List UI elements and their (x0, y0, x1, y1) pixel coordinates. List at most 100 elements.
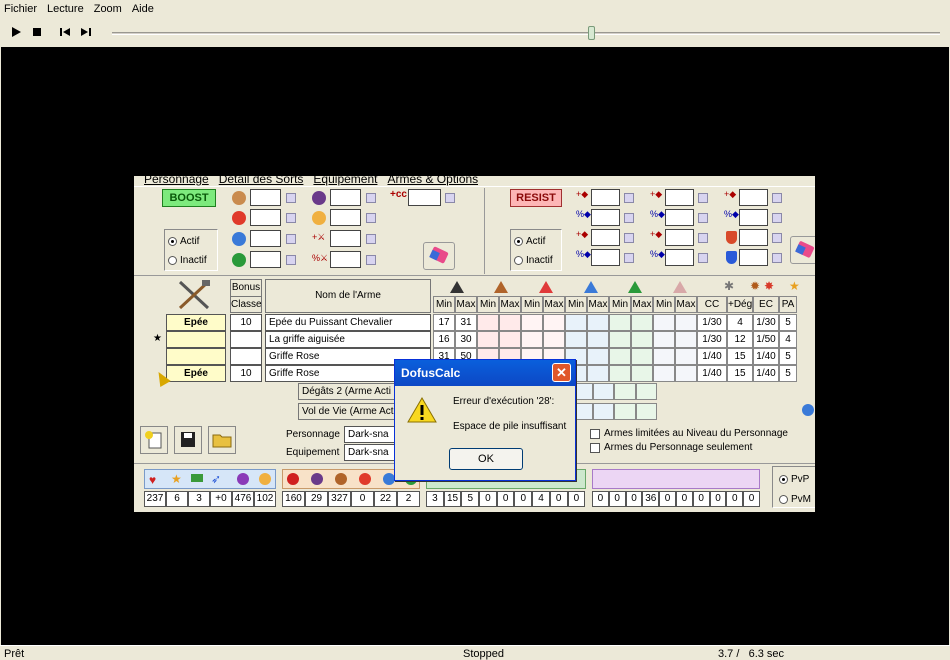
resist-field-4[interactable] (591, 249, 620, 266)
check-armes-personnage[interactable]: Armes du Personnage seulement (590, 442, 752, 453)
boost-button[interactable]: BOOST (162, 189, 216, 207)
resist-button[interactable]: RESIST (510, 189, 562, 207)
play-icon[interactable] (9, 25, 23, 39)
vol-de-vie-label: Vol de Vie (Arme Acti (298, 403, 398, 420)
boost-neutral-field[interactable] (330, 189, 361, 206)
info-icon[interactable] (802, 404, 814, 416)
boost-fire-field[interactable] (250, 209, 281, 226)
previous-icon[interactable] (58, 25, 72, 39)
weapon-type-cell[interactable] (166, 348, 226, 365)
equipement-select[interactable]: Dark-sna (344, 444, 398, 461)
resist-spin-3[interactable] (624, 233, 634, 243)
resist-field-5[interactable] (665, 189, 694, 206)
resist-field-11[interactable] (739, 229, 768, 246)
resist-spin-8[interactable] (698, 253, 708, 263)
boost-critical-spin[interactable] (445, 193, 455, 203)
movement-icon (191, 474, 203, 482)
resist-spin-1[interactable] (624, 193, 634, 203)
weapon-type-cell[interactable]: Epée (166, 314, 226, 331)
boost-percent-field[interactable] (330, 251, 361, 268)
resist-field-12[interactable] (739, 249, 768, 266)
resist-field-1[interactable] (591, 189, 620, 206)
boost-power-field[interactable] (330, 209, 361, 226)
resist-field-3[interactable] (591, 229, 620, 246)
resist-field-8[interactable] (665, 249, 694, 266)
menu-aide[interactable]: Aide (132, 3, 154, 15)
weapon-pa-cell: 4 (779, 331, 797, 348)
resist-field-2[interactable] (591, 209, 620, 226)
check-armes-limitees[interactable]: Armes limitées au Niveau du Personnage (590, 428, 788, 439)
boost-earth-field[interactable] (250, 189, 281, 206)
tab-personnage[interactable]: Personnage (144, 176, 209, 186)
ok-button[interactable]: OK (449, 448, 523, 470)
tab-equipement[interactable]: Équipement (313, 176, 377, 186)
seek-thumb[interactable] (588, 26, 595, 40)
boost-inactif-radio[interactable]: Inactif (168, 255, 207, 266)
clear-boost-button[interactable] (423, 242, 455, 270)
resist-spin-2[interactable] (624, 213, 634, 223)
resist-field-7[interactable] (665, 229, 694, 246)
boost-water-field[interactable] (250, 230, 281, 247)
folder-icon (212, 434, 232, 448)
menu-lecture[interactable]: Lecture (47, 3, 84, 15)
seek-bar[interactable] (112, 32, 940, 35)
boost-fire-spin[interactable] (286, 213, 296, 223)
next-icon[interactable] (79, 25, 93, 39)
weapon-bonus-cell[interactable] (230, 331, 262, 348)
menu-fichier[interactable]: Fichier (4, 3, 37, 15)
boost-damage-spin[interactable] (366, 234, 376, 244)
resist-spin-4[interactable] (624, 253, 634, 263)
boost-percent-spin[interactable] (366, 255, 376, 265)
resist-actif-radio[interactable]: Actif (514, 236, 545, 247)
tab-divider (134, 186, 815, 187)
weapon-type-cell[interactable]: Epée (166, 365, 226, 382)
weapon-value-cell (653, 314, 675, 331)
open-folder-button[interactable] (208, 426, 236, 454)
clear-resist-button[interactable] (790, 236, 815, 264)
tab-detail-sorts[interactable]: Détail des Sorts (219, 176, 304, 186)
boost-water-spin[interactable] (286, 234, 296, 244)
resist-spin-9[interactable] (772, 193, 782, 203)
header-cc: CC (697, 296, 727, 313)
air-triangle-icon (628, 281, 642, 293)
weapon-bonus-cell[interactable]: 10 (230, 365, 262, 382)
weapon-name-cell[interactable]: La griffe aiguisée (265, 331, 431, 348)
boost-actif-radio[interactable]: Actif (168, 236, 199, 247)
weapon-type-cell[interactable] (166, 331, 226, 348)
resist-spin-10[interactable] (772, 213, 782, 223)
resist-spin-12[interactable] (772, 253, 782, 263)
save-button[interactable] (174, 426, 202, 454)
new-file-button[interactable] (140, 426, 168, 454)
boost-power-spin[interactable] (366, 213, 376, 223)
neutral-triangle-icon (450, 281, 464, 293)
boost-damage-field[interactable] (330, 230, 361, 247)
tab-armes-options[interactable]: Armes & Options (387, 176, 478, 186)
resist-spin-6[interactable] (698, 213, 708, 223)
boost-earth-spin[interactable] (286, 193, 296, 203)
resist-spin-5[interactable] (698, 193, 708, 203)
boost-critical-field[interactable] (408, 189, 441, 206)
weapon-bonus-cell[interactable] (230, 348, 262, 365)
resist-inactif-radio[interactable]: Inactif (514, 255, 553, 266)
dialog-close-button[interactable]: ✕ (552, 363, 571, 382)
resist-field-9[interactable] (739, 189, 768, 206)
stop-icon[interactable] (30, 25, 44, 39)
resist-field-6[interactable] (665, 209, 694, 226)
resist-spin-7[interactable] (698, 233, 708, 243)
neutral-icon (312, 191, 326, 205)
pvm-radio[interactable]: PvM (779, 494, 811, 505)
boost-neutral-spin[interactable] (366, 193, 376, 203)
weapon-value-cell (653, 331, 675, 348)
weapon-bonus-cell[interactable]: 10 (230, 314, 262, 331)
boost-air-spin[interactable] (286, 255, 296, 265)
stats-group-4: 0 0 0 36 0 0 0 0 0 0 (592, 491, 760, 507)
boost-air-field[interactable] (250, 251, 281, 268)
menu-zoom[interactable]: Zoom (94, 3, 122, 15)
resist-spin-11[interactable] (772, 233, 782, 243)
resist-field-10[interactable] (739, 209, 768, 226)
pvp-radio[interactable]: PvP (779, 474, 809, 485)
personnage-select[interactable]: Dark-sna (344, 426, 398, 443)
weapon-name-cell[interactable]: Epée du Puissant Chevalier (265, 314, 431, 331)
resist-percent-icon-4: %◆ (650, 249, 665, 259)
dialog-titlebar: DofusCalc ✕ (395, 360, 575, 386)
